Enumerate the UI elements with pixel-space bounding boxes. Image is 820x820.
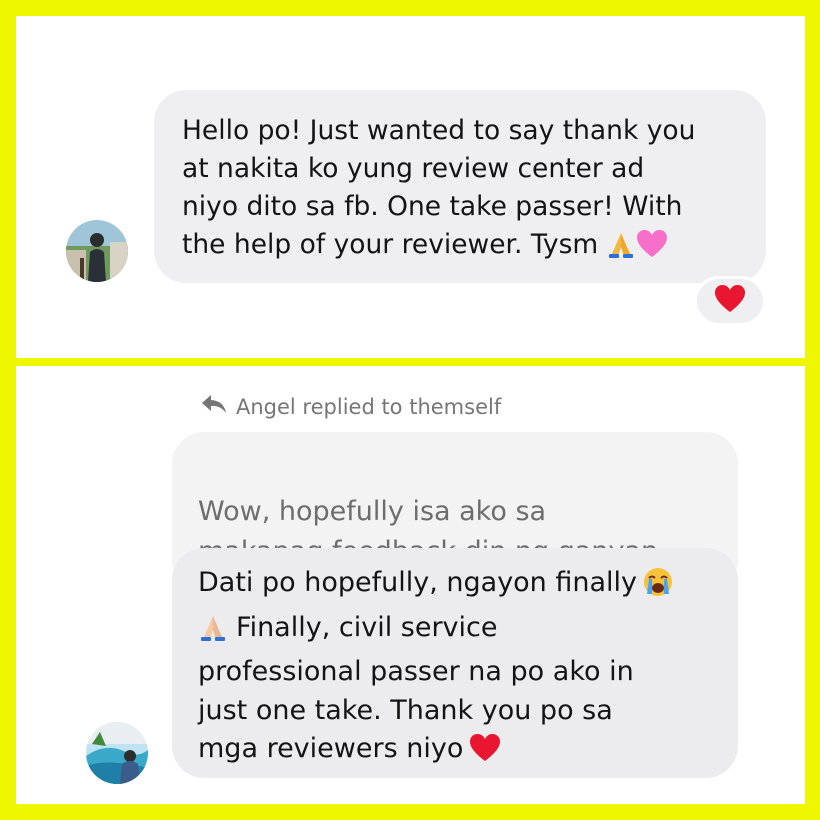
message-bubble[interactable]: Hello po! Just wanted to say thank you a… — [154, 90, 766, 283]
sender-avatar[interactable] — [86, 722, 148, 784]
pink-heart-icon — [636, 229, 668, 270]
message-panel-top: Hello po! Just wanted to say thank you a… — [16, 16, 805, 358]
sender-avatar[interactable] — [66, 220, 128, 282]
reaction-badge[interactable] — [694, 276, 766, 326]
red-heart-icon — [469, 733, 501, 775]
reply-message-bubble[interactable]: Dati po hopefully, ngayon finally Finall… — [172, 548, 738, 778]
reply-arrow-icon — [200, 392, 228, 421]
message-panel-bottom: Angel replied to themself Wow, hopefully… — [16, 366, 805, 804]
folded-hands-icon — [198, 612, 228, 654]
reply-indicator: Angel replied to themself — [200, 392, 501, 421]
folded-hands-icon — [606, 229, 636, 270]
reply-label-text: Angel replied to themself — [236, 394, 502, 419]
crying-face-icon — [643, 567, 673, 609]
heart-reaction-icon — [714, 284, 746, 318]
reply-message-text-2: Finally, civil service professional pass… — [198, 611, 634, 765]
reply-message-text-1: Dati po hopefully, ngayon finally — [198, 567, 638, 598]
